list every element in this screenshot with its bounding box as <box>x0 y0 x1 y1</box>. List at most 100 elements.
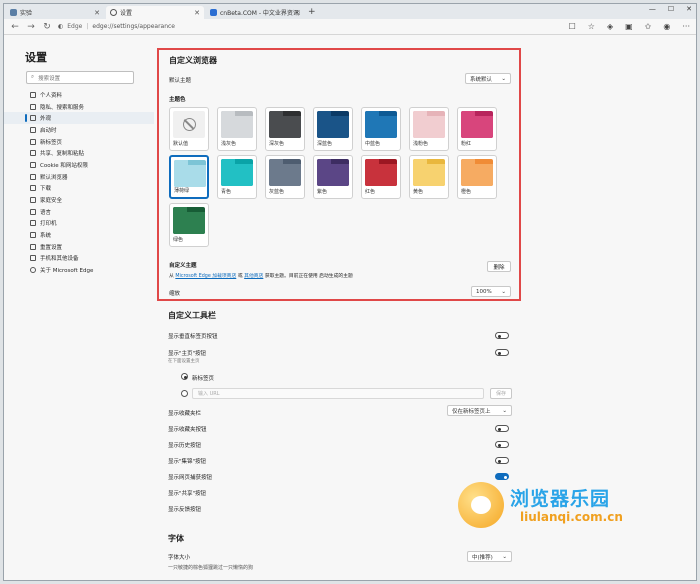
shield-icon[interactable]: ◈ <box>607 22 613 31</box>
address-bar: ← → ↻ ◐ Edge | edge://settings/appearanc… <box>4 19 696 35</box>
edge-icon: ◐ <box>58 23 64 30</box>
theme-tile[interactable]: 橙色 <box>457 155 497 199</box>
favorites-bar-label: 显示收藏夹栏 <box>168 411 202 417</box>
reset-icon <box>30 243 36 250</box>
theme-swatch <box>174 160 206 187</box>
sidebar-item-share[interactable]: 共享、复制和粘贴 <box>4 147 154 159</box>
theme-tile[interactable]: 默认值 <box>169 107 209 151</box>
sidebar-item-phone[interactable]: 手机和其他设备 <box>4 253 154 265</box>
delete-theme-button[interactable]: 删除 <box>487 261 511 272</box>
theme-tile-label: 浅粉色 <box>413 141 429 147</box>
history-button-toggle[interactable] <box>495 441 509 448</box>
customize-toolbar-title: 自定义工具栏 <box>168 311 216 320</box>
chevron-down-icon: ⌄ <box>502 553 507 560</box>
radio-url[interactable] <box>181 390 188 397</box>
home-url-input[interactable]: 输入 URL <box>192 388 484 399</box>
theme-tile[interactable]: 粉红 <box>457 107 497 151</box>
sidebar-item-languages[interactable]: 语言 <box>4 206 154 218</box>
search-settings-input[interactable]: ⌕ 搜索设置 <box>26 71 134 84</box>
new-tab-button[interactable]: + <box>308 6 316 19</box>
theme-swatch <box>221 111 253 138</box>
tab-experiments[interactable]: 实验 ✕ <box>6 6 104 19</box>
sidebar-item-system[interactable]: 系统 <box>4 229 154 241</box>
tab-label: 设置 <box>120 10 133 17</box>
other-stores-link[interactable]: 其他商店 <box>244 274 263 279</box>
collections-icon[interactable]: ▣ <box>625 22 633 31</box>
zoom-label: 缩放 <box>169 291 181 297</box>
url-brand: Edge <box>67 23 83 30</box>
sidebar-item-appearance[interactable]: 外观 <box>4 112 154 125</box>
theme-tile[interactable]: 中蓝色 <box>361 107 401 151</box>
theme-tile[interactable]: 红色 <box>361 155 401 199</box>
theme-tile[interactable]: 青色 <box>217 155 257 199</box>
feedback-button-label: 显示反馈按钮 <box>168 507 202 513</box>
font-size-sample: 一只敏捷的棕色狐狸跳过一只懒惰的狗 <box>168 565 254 571</box>
maximize-icon[interactable]: ☐ <box>668 5 674 13</box>
theme-swatch <box>221 159 253 186</box>
theme-tile[interactable]: 紫色 <box>313 155 353 199</box>
sidebar-item-label: 启动时 <box>40 127 57 134</box>
sidebar-nav: 个人资料 隐私、搜索和服务 外观 启动时 新标签页 共享、复制和粘贴 Cooki… <box>4 89 154 276</box>
addons-store-link[interactable]: Microsoft Edge 加载项商店 <box>175 274 236 279</box>
sidebar-item-printers[interactable]: 打印机 <box>4 218 154 230</box>
sidebar-item-default-browser[interactable]: 默认浏览器 <box>4 171 154 183</box>
close-tab-icon[interactable]: ✕ <box>94 9 100 17</box>
theme-tile[interactable]: 黄色 <box>409 155 449 199</box>
theme-tile[interactable]: 灰蓝色 <box>265 155 305 199</box>
tab-label: 实验 <box>20 10 33 17</box>
close-tab-icon[interactable]: ✕ <box>194 9 200 17</box>
theme-tile[interactable]: 浅粉色 <box>409 107 449 151</box>
forward-icon[interactable]: → <box>26 22 36 32</box>
sidebar-item-profiles[interactable]: 个人资料 <box>4 89 154 101</box>
theme-swatch <box>461 159 493 186</box>
back-icon[interactable]: ← <box>10 22 20 32</box>
radio-newtab-label: 新标签页 <box>192 376 215 382</box>
home-button-toggle[interactable] <box>495 349 509 356</box>
customize-browser-title: 自定义浏览器 <box>169 56 217 65</box>
favorites-icon[interactable]: ✩ <box>645 22 652 31</box>
theme-tile[interactable]: 浅灰色 <box>217 107 257 151</box>
read-aloud-icon[interactable]: ☐ <box>569 22 576 31</box>
theme-swatch <box>317 111 349 138</box>
desc-text: 或 <box>237 274 243 279</box>
minimize-icon[interactable]: — <box>649 5 656 13</box>
sidebar-item-startup[interactable]: 启动时 <box>4 124 154 136</box>
tab-settings[interactable]: 设置 ✕ <box>106 6 204 19</box>
refresh-icon[interactable]: ↻ <box>42 22 52 32</box>
sidebar-item-family[interactable]: 家庭安全 <box>4 194 154 206</box>
more-menu-icon[interactable]: ··· <box>682 22 690 31</box>
theme-tile-label: 青色 <box>221 189 232 195</box>
sidebar-item-downloads[interactable]: 下载 <box>4 183 154 195</box>
theme-tile-label: 深蓝色 <box>317 141 333 147</box>
sidebar-item-newtab[interactable]: 新标签页 <box>4 136 154 148</box>
default-theme-dropdown[interactable]: 系统默认 ⌄ <box>465 73 511 84</box>
vertical-tabs-toggle[interactable] <box>495 332 509 339</box>
sidebar-item-reset[interactable]: 重置设置 <box>4 241 154 253</box>
watermark-logo-icon <box>458 482 504 528</box>
sidebar-item-label: 个人资料 <box>40 92 63 99</box>
save-url-button[interactable]: 保存 <box>490 388 512 399</box>
theme-tile[interactable]: 深灰色 <box>265 107 305 151</box>
theme-tile-label: 薄荷绿 <box>174 188 190 194</box>
radio-newtab[interactable] <box>181 373 188 380</box>
theme-tile-label: 绿色 <box>173 237 184 243</box>
url-field[interactable]: ◐ Edge | edge://settings/appearance <box>58 21 358 32</box>
sidebar-item-about[interactable]: 关于 Microsoft Edge <box>4 264 154 276</box>
close-window-icon[interactable]: ✕ <box>686 5 692 13</box>
profile-icon[interactable]: ◉ <box>663 22 670 31</box>
toolbar-icons: ☐ ☆ ◈ ▣ ✩ ◉ ··· <box>569 22 690 31</box>
theme-tile[interactable]: 绿色 <box>169 203 209 247</box>
theme-tile[interactable]: 深蓝色 <box>313 107 353 151</box>
favorites-button-toggle[interactable] <box>495 425 509 432</box>
tab-cnbeta[interactable]: cnBeta.COM - 中文业界资讯站 ✕ <box>206 6 304 19</box>
sidebar-item-cookies[interactable]: Cookie 和网站权限 <box>4 159 154 171</box>
close-tab-icon[interactable]: ✕ <box>294 9 300 17</box>
zoom-dropdown[interactable]: 100% ⌄ <box>471 286 511 297</box>
url-separator: | <box>86 23 89 30</box>
font-size-dropdown[interactable]: 中(推荐) ⌄ <box>467 551 512 562</box>
favorite-star-icon[interactable]: ☆ <box>588 22 595 31</box>
collections-button-toggle[interactable] <box>495 457 509 464</box>
favorites-bar-dropdown[interactable]: 仅在新标签页上 ⌄ <box>447 405 512 416</box>
theme-tile[interactable]: 薄荷绿 <box>169 155 209 199</box>
sidebar-item-privacy[interactable]: 隐私、搜索和服务 <box>4 101 154 113</box>
